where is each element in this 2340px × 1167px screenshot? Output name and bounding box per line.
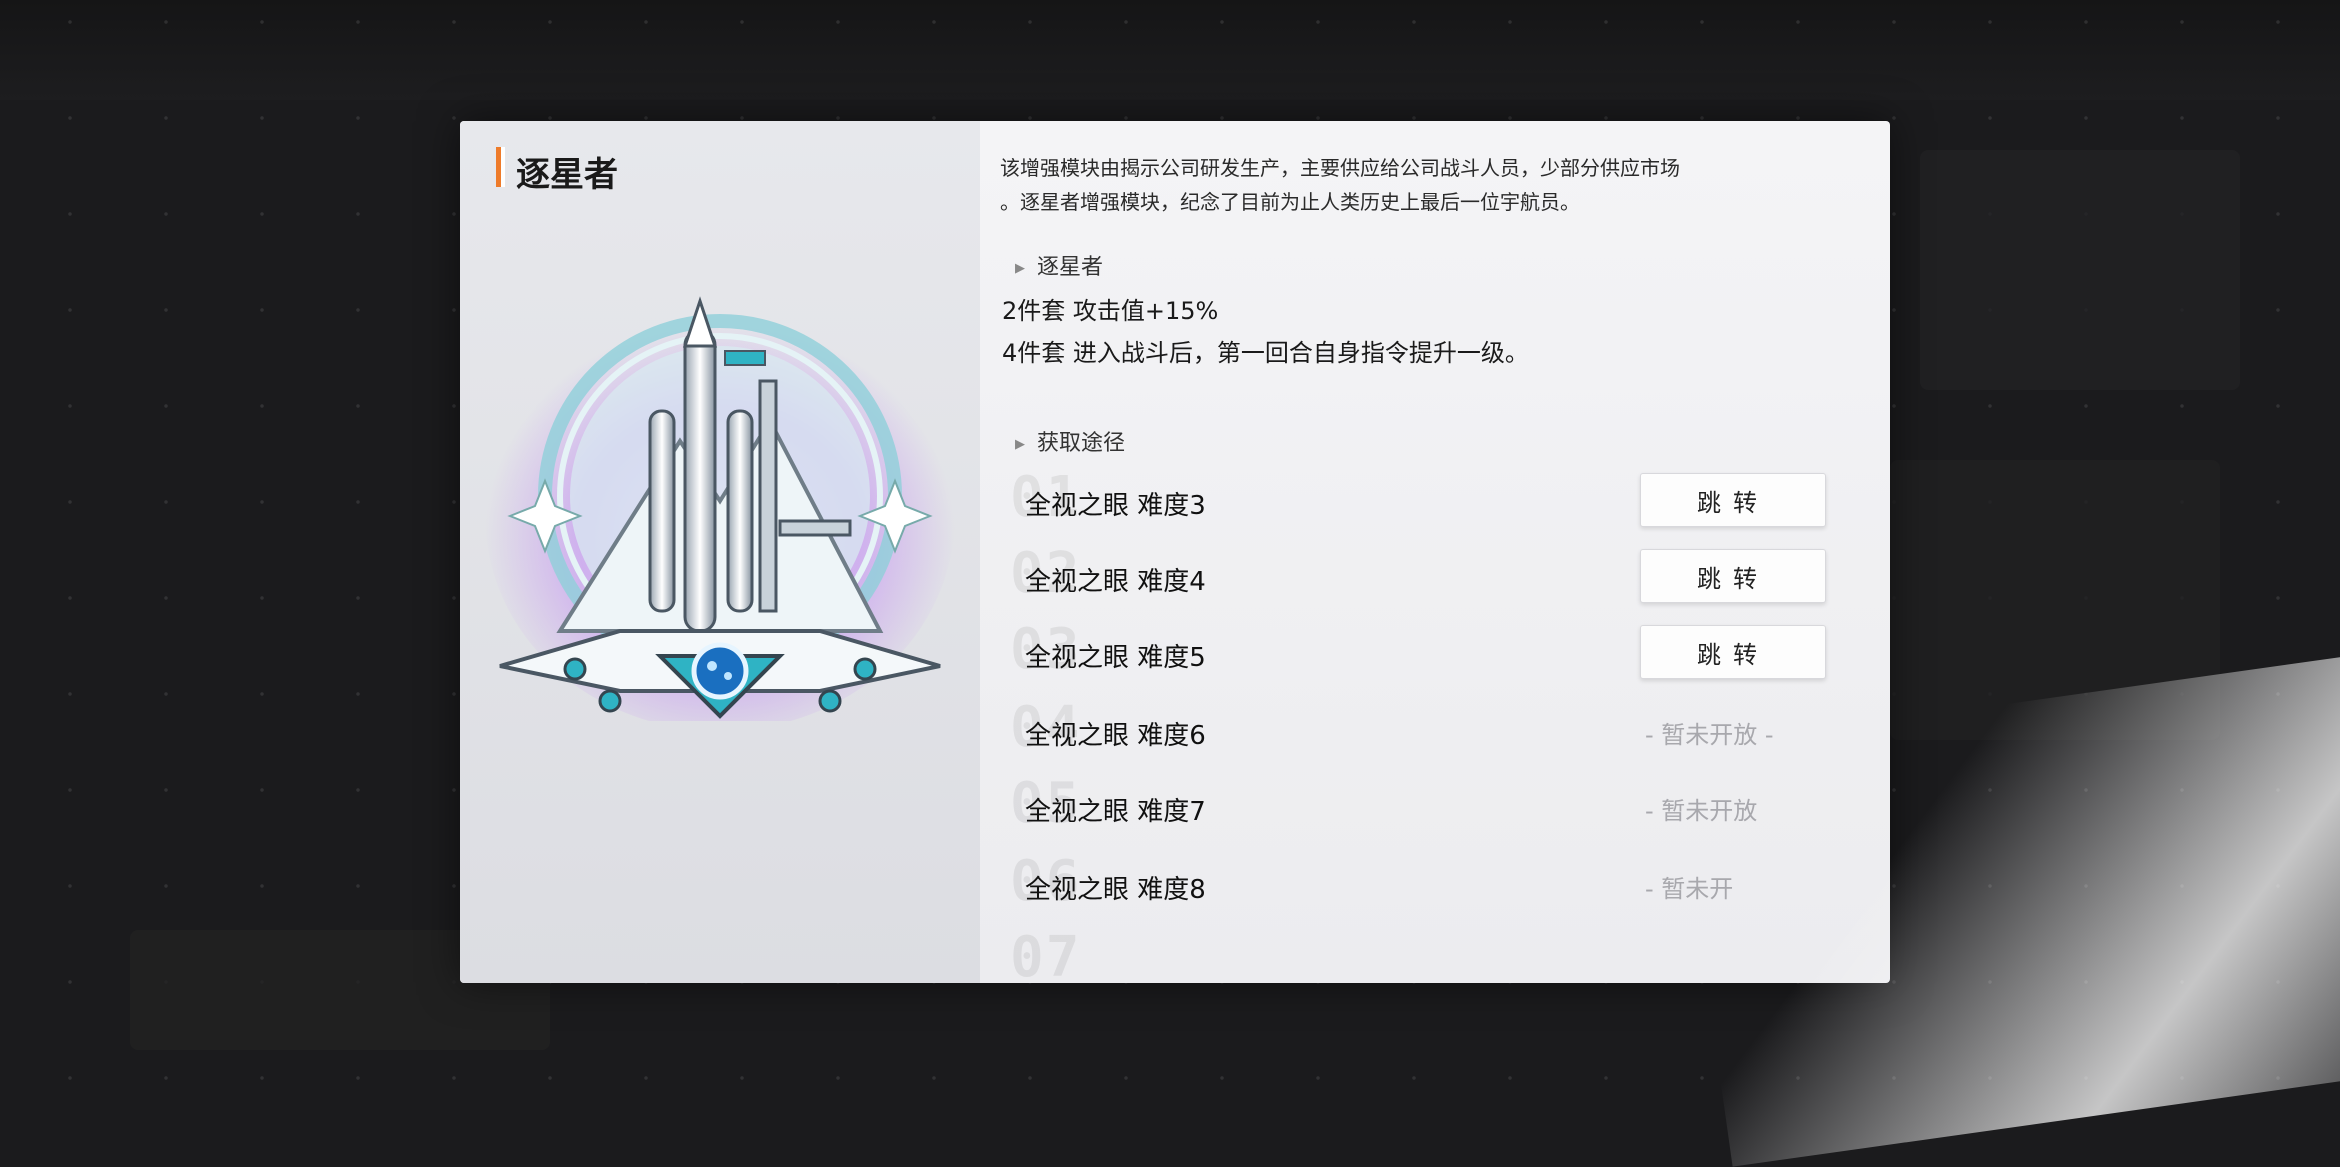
source-name: 全视之眼 难度3 bbox=[1025, 491, 1206, 521]
title-accent-bar bbox=[501, 147, 505, 187]
jump-button[interactable]: 跳转 bbox=[1640, 473, 1826, 527]
source-row: 06 全视之眼 难度8 - 暂未开 bbox=[1000, 849, 1840, 927]
sources-section-title: 获取途径 bbox=[1037, 431, 1126, 456]
set-section-header: ▶ 逐星者 bbox=[1015, 249, 1103, 281]
triangle-right-icon: ▶ bbox=[1015, 437, 1025, 452]
source-name: 全视之眼 难度8 bbox=[1025, 875, 1206, 905]
locked-status: - 暂未开 bbox=[1645, 875, 1734, 903]
source-name: 全视之眼 难度4 bbox=[1025, 567, 1206, 597]
source-row: 05 全视之眼 难度7 - 暂未开放 bbox=[1000, 771, 1840, 849]
source-name: 全视之眼 难度7 bbox=[1025, 797, 1206, 827]
set-effect-2pc: 2件套 攻击值+15% bbox=[1002, 297, 1219, 325]
background-panel bbox=[1920, 150, 2240, 390]
source-row: 04 全视之眼 难度6 - 暂未开放 - bbox=[1000, 695, 1840, 773]
set-section-title: 逐星者 bbox=[1037, 255, 1104, 280]
source-row: 07 bbox=[1000, 925, 1840, 983]
source-name: 全视之眼 难度6 bbox=[1025, 721, 1206, 751]
row-number: 07 bbox=[1010, 925, 1082, 983]
jump-button[interactable]: 跳转 bbox=[1640, 625, 1826, 679]
set-effect-4pc: 4件套 进入战斗后，第一回合自身指令提升一级。 bbox=[1002, 339, 1529, 367]
locked-status: - 暂未开放 - bbox=[1645, 721, 1774, 749]
rocket-emblem-icon bbox=[485, 296, 955, 721]
sources-section-header: ▶ 获取途径 bbox=[1015, 425, 1125, 457]
source-row: 01 全视之眼 难度3 跳转 bbox=[1000, 465, 1840, 543]
item-description: 该增强模块由揭示公司研发生产，主要供应给公司战斗人员，少部分供应市场 。逐星者增… bbox=[1000, 151, 1850, 219]
jump-button[interactable]: 跳转 bbox=[1640, 549, 1826, 603]
source-name: 全视之眼 难度5 bbox=[1025, 643, 1206, 673]
description-line: 。逐星者增强模块，纪念了目前为止人类历史上最后一位宇航员。 bbox=[1000, 190, 1580, 214]
item-detail-panel: 逐星者 该增强模块由揭示公司研发生产，主要供应给公司战斗人员，少部分供应市场 。… bbox=[460, 121, 1890, 983]
description-line: 该增强模块由揭示公司研发生产，主要供应给公司战斗人员，少部分供应市场 bbox=[1000, 156, 1680, 180]
background-panel bbox=[1890, 460, 2220, 740]
source-row: 03 全视之眼 难度5 跳转 bbox=[1000, 617, 1840, 695]
item-title: 逐星者 bbox=[516, 155, 618, 195]
source-row: 02 全视之眼 难度4 跳转 bbox=[1000, 541, 1840, 619]
triangle-right-icon: ▶ bbox=[1015, 261, 1025, 276]
locked-status: - 暂未开放 bbox=[1645, 797, 1758, 825]
